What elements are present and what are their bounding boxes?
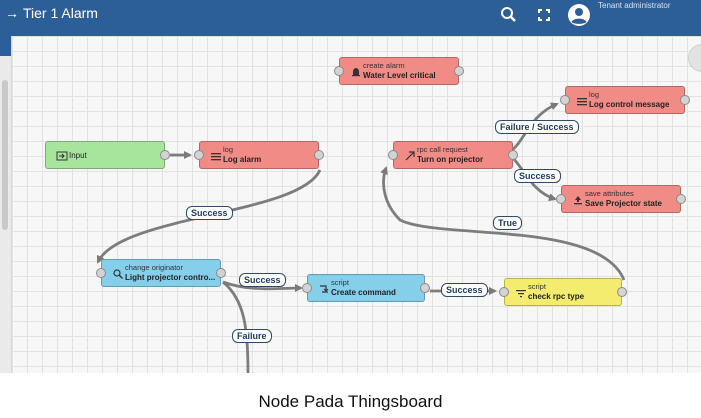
link-label-true[interactable]: True — [493, 216, 523, 230]
link-label-success[interactable]: Success — [186, 206, 233, 220]
filter-icon — [516, 290, 526, 298]
change-originator-node[interactable]: change originator Light projector contro… — [96, 259, 226, 287]
input-port[interactable] — [388, 150, 398, 160]
link-label-success[interactable]: Success — [239, 273, 286, 287]
script-create-command-node[interactable]: script Create command — [302, 274, 430, 302]
input-icon — [56, 151, 68, 161]
input-port[interactable] — [560, 95, 570, 105]
bell-icon — [352, 68, 360, 77]
input-node[interactable]: Input — [45, 141, 170, 169]
input-port[interactable] — [499, 287, 509, 297]
rpc-call-request-node[interactable]: rpc call request Turn on projector — [388, 141, 518, 169]
screenshot: → Tier 1 Alarm Tenant administrator crea… — [0, 0, 701, 373]
output-port[interactable] — [216, 268, 226, 278]
output-port[interactable] — [680, 95, 690, 105]
output-port[interactable] — [676, 194, 686, 204]
output-port[interactable] — [314, 150, 324, 160]
arrow-up-right-icon — [405, 151, 415, 161]
link-originator-failure — [222, 280, 250, 373]
link-label-success[interactable]: Success — [514, 169, 561, 183]
transform-icon — [320, 285, 329, 293]
link-label-failure[interactable]: Failure — [232, 329, 272, 343]
input-port[interactable] — [194, 150, 204, 160]
menu-lines-icon — [577, 98, 587, 106]
input-port[interactable] — [334, 66, 344, 76]
upload-icon — [574, 196, 582, 205]
script-check-rpc-node[interactable]: script check rpc type — [499, 278, 627, 306]
figure-caption: Node Pada Thingsboard — [258, 392, 443, 411]
input-port[interactable] — [96, 268, 106, 278]
create-alarm-node[interactable]: create alarm Water Level critical — [334, 57, 464, 85]
link-label-success[interactable]: Success — [441, 283, 488, 297]
input-port[interactable] — [556, 194, 566, 204]
log-control-node[interactable]: log Log control message — [560, 86, 690, 114]
output-port[interactable] — [420, 283, 430, 293]
link-label-failure-success[interactable]: Failure / Success — [495, 120, 579, 134]
output-port[interactable] — [617, 287, 627, 297]
save-attributes-node[interactable]: save attributes Save Projector state — [556, 185, 686, 213]
output-port[interactable] — [454, 66, 464, 76]
output-port[interactable] — [160, 150, 170, 160]
search-icon — [113, 269, 123, 279]
log-alarm-node[interactable]: log Log alarm — [194, 141, 324, 169]
input-port[interactable] — [302, 283, 312, 293]
output-port[interactable] — [508, 150, 518, 160]
menu-lines-icon — [211, 153, 221, 161]
